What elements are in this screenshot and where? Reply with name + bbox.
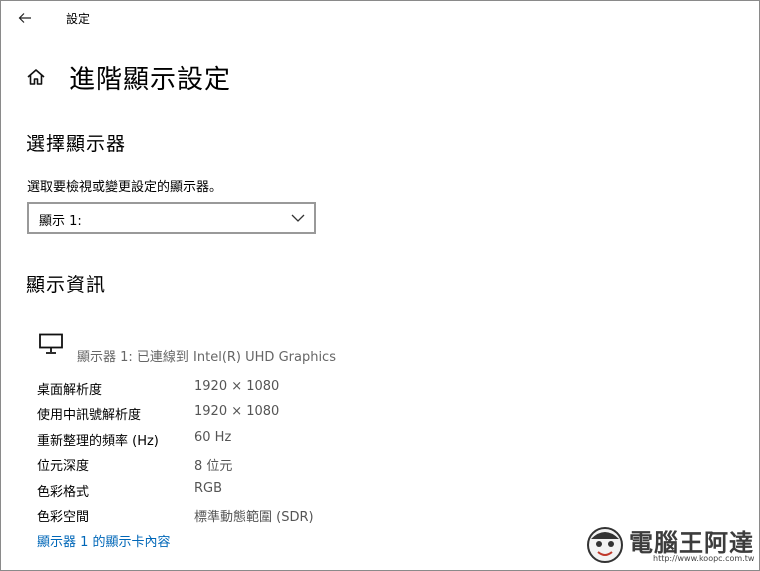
mascot-logo-icon [587,527,623,563]
home-icon [27,69,45,85]
info-row-active-signal-resolution: 使用中訊號解析度 1920 × 1080 [37,404,537,424]
info-row-color-format: 色彩格式 RGB [37,481,537,501]
back-arrow-icon [18,13,31,23]
info-value: RGB [194,481,223,496]
info-row-refresh-rate: 重新整理的頻率 (Hz) 60 Hz [37,430,537,450]
info-value: 8 位元 [194,459,233,474]
home-button[interactable] [25,66,47,88]
info-label: 色彩格式 [37,485,90,500]
page-header: 進階顯示設定 [25,57,231,97]
monitor-icon [39,333,63,354]
display-adapter-properties-link[interactable]: 顯示器 1 的顯示卡內容 [37,531,171,550]
info-row-desktop-resolution: 桌面解析度 1920 × 1080 [37,379,537,399]
info-label: 色彩空間 [37,510,90,525]
watermark: 電腦王阿達 http://www.koopc.com.tw [583,519,755,569]
dropdown-selected-value: 顯示 1: [39,214,82,229]
info-row-color-space: 色彩空間 標準動態範圍 (SDR) [37,506,537,526]
select-display-description: 選取要檢視或變更設定的顯示器。 [27,180,223,195]
chevron-down-icon [291,214,305,222]
info-label: 重新整理的頻率 (Hz) [37,434,159,449]
info-label: 桌面解析度 [37,383,103,398]
display-info-heading: 顯示資訊 [26,274,107,296]
info-label: 位元深度 [37,459,90,474]
watermark-url: http://www.koopc.com.tw [653,554,755,563]
page-title: 進階顯示設定 [69,64,232,95]
display-dropdown[interactable]: 顯示 1: [27,202,316,234]
watermark-text: 電腦王阿達 [629,529,754,557]
info-value: 60 Hz [194,430,232,445]
info-value: 1920 × 1080 [194,404,280,419]
select-display-heading: 選擇顯示器 [26,133,127,155]
info-label: 使用中訊號解析度 [37,408,142,423]
window-title: 設定 [66,12,91,26]
info-value: 標準動態範圍 (SDR) [194,510,314,525]
info-row-bit-depth: 位元深度 8 位元 [37,455,537,475]
info-value: 1920 × 1080 [194,379,280,394]
back-button[interactable] [13,7,37,29]
title-bar: 設定 [1,1,759,35]
monitor-caption: 顯示器 1: 已連線到 Intel(R) UHD Graphics [77,350,336,365]
